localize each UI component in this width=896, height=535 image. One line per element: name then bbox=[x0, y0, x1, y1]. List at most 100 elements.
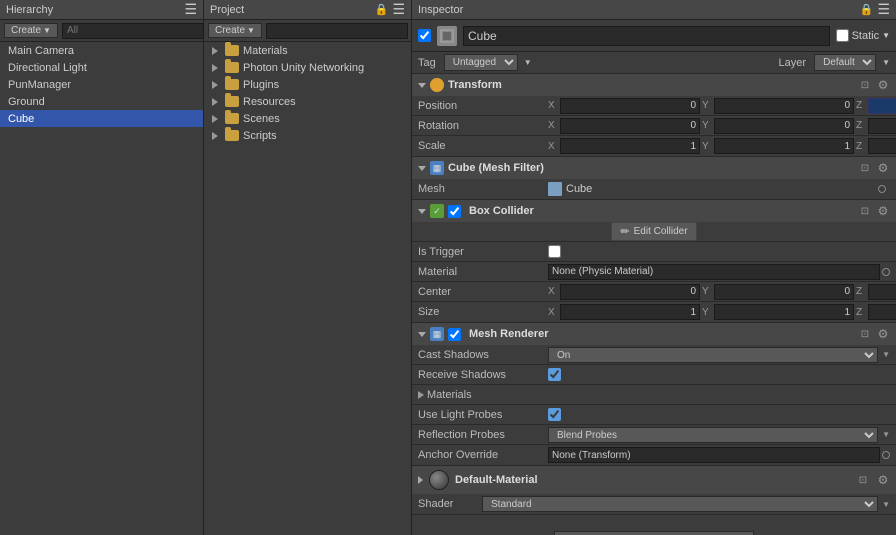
hierarchy-create-button[interactable]: Create ▼ bbox=[4, 23, 58, 38]
project-panel-header: Project 🔒 ☰ bbox=[204, 0, 411, 20]
project-item-scenes[interactable]: Scenes bbox=[204, 110, 411, 127]
project-menu-icon[interactable]: ☰ bbox=[392, 1, 405, 18]
center-y-label: Y bbox=[702, 286, 712, 297]
transform-header[interactable]: Transform ⊡ ⚙ bbox=[412, 74, 896, 96]
anchor-override-input[interactable] bbox=[548, 447, 880, 463]
project-item-resources[interactable]: Resources bbox=[204, 93, 411, 110]
center-x-input[interactable] bbox=[560, 284, 700, 300]
inspector-menu-icon[interactable]: ☰ bbox=[877, 1, 890, 18]
mesh-picker-icon[interactable] bbox=[878, 185, 886, 193]
inspector-lock-icon[interactable]: 🔒 bbox=[860, 3, 874, 16]
center-z-input[interactable] bbox=[868, 284, 896, 300]
mesh-renderer-title: Mesh Renderer bbox=[469, 328, 854, 340]
mesh-label: Mesh bbox=[418, 183, 548, 195]
anchor-override-label: Anchor Override bbox=[418, 449, 548, 461]
project-panel: Project 🔒 ☰ Create ▼ 🔍 ⊞ Materials bbox=[204, 0, 412, 535]
mesh-renderer-enabled-checkbox[interactable] bbox=[448, 328, 461, 341]
project-item-scripts[interactable]: Scripts bbox=[204, 127, 411, 144]
reflection-probes-select[interactable]: Blend Probes bbox=[548, 427, 878, 443]
edit-collider-pencil-icon: ✏ bbox=[620, 225, 629, 238]
mesh-renderer-header[interactable]: ▦ Mesh Renderer ⊡ ⚙ bbox=[412, 323, 896, 345]
size-z-input[interactable] bbox=[868, 304, 896, 320]
project-item-materials[interactable]: Materials bbox=[204, 42, 411, 59]
box-collider-header[interactable]: ✓ Box Collider ⊡ ⚙ bbox=[412, 200, 896, 222]
material-copy-button[interactable]: ⊡ bbox=[856, 473, 870, 487]
box-collider-icon: ✓ bbox=[430, 204, 444, 218]
mesh-value: Cube bbox=[548, 182, 592, 196]
hierarchy-menu-icon[interactable]: ☰ bbox=[184, 1, 197, 18]
project-list: Materials Photon Unity Networking Plugin… bbox=[204, 42, 411, 535]
project-create-button[interactable]: Create ▼ bbox=[208, 23, 262, 38]
hierarchy-item-pun-manager[interactable]: PunManager bbox=[0, 76, 203, 93]
use-light-probes-label: Use Light Probes bbox=[418, 409, 548, 421]
hierarchy-search-input[interactable] bbox=[62, 23, 204, 39]
object-name-input[interactable] bbox=[463, 26, 830, 46]
inspector-tag-row: Tag Untagged ▼ Layer Default ▼ bbox=[412, 52, 896, 74]
static-checkbox[interactable] bbox=[836, 29, 849, 42]
project-create-dropdown-icon: ▼ bbox=[247, 26, 255, 35]
anchor-override-row: Anchor Override bbox=[412, 445, 896, 465]
add-component-footer: Add Component bbox=[412, 515, 896, 535]
resources-folder-icon bbox=[225, 96, 239, 107]
hierarchy-item-ground[interactable]: Ground bbox=[0, 93, 203, 110]
position-z-label: Z bbox=[856, 100, 866, 111]
mesh-filter-header[interactable]: ▦ Cube (Mesh Filter) ⊡ ⚙ bbox=[412, 157, 896, 179]
static-dropdown-icon[interactable]: ▼ bbox=[882, 31, 890, 40]
size-x-input[interactable] bbox=[560, 304, 700, 320]
mesh-renderer-collapse-icon bbox=[418, 332, 426, 337]
project-search-input[interactable] bbox=[266, 23, 408, 39]
transform-body: Position X Y Z Rotation bbox=[412, 96, 896, 156]
is-trigger-checkbox[interactable] bbox=[548, 245, 561, 258]
center-xyz-group: X Y Z bbox=[548, 284, 896, 300]
shader-select[interactable]: Standard bbox=[482, 496, 878, 512]
material-settings-button[interactable]: ⚙ bbox=[876, 473, 890, 487]
box-collider-enabled-checkbox[interactable] bbox=[448, 205, 461, 218]
scale-y-input[interactable] bbox=[714, 138, 854, 154]
project-lock-icon[interactable]: 🔒 bbox=[375, 3, 389, 16]
scale-x-input[interactable] bbox=[560, 138, 700, 154]
transform-component: Transform ⊡ ⚙ Position X Y Z bbox=[412, 74, 896, 157]
hierarchy-title: Hierarchy bbox=[6, 4, 53, 16]
cast-shadows-select[interactable]: On bbox=[548, 347, 878, 363]
project-item-plugins[interactable]: Plugins bbox=[204, 76, 411, 93]
box-collider-collapse-icon bbox=[418, 209, 426, 214]
resources-arrow-icon bbox=[212, 98, 218, 106]
rotation-y-input[interactable] bbox=[714, 118, 854, 134]
size-y-input[interactable] bbox=[714, 304, 854, 320]
add-component-button[interactable]: Add Component bbox=[554, 531, 754, 535]
anchor-override-picker-icon[interactable] bbox=[882, 451, 890, 459]
tag-select[interactable]: Untagged bbox=[444, 54, 518, 71]
collider-material-picker-icon[interactable] bbox=[882, 268, 890, 276]
receive-shadows-label: Receive Shadows bbox=[418, 369, 548, 381]
position-z-input[interactable] bbox=[868, 98, 896, 114]
rotation-x-input[interactable] bbox=[560, 118, 700, 134]
transform-copy-button[interactable]: ⊡ bbox=[858, 78, 872, 92]
box-collider-copy-button[interactable]: ⊡ bbox=[858, 204, 872, 218]
material-expand-icon[interactable] bbox=[418, 476, 423, 484]
mesh-renderer-copy-button[interactable]: ⊡ bbox=[858, 327, 872, 341]
center-y-input[interactable] bbox=[714, 284, 854, 300]
scale-z-input[interactable] bbox=[868, 138, 896, 154]
reflection-probes-value: Blend Probes ▼ bbox=[548, 427, 890, 443]
mesh-filter-copy-button[interactable]: ⊡ bbox=[858, 161, 872, 175]
position-y-input[interactable] bbox=[714, 98, 854, 114]
materials-expand-icon[interactable] bbox=[418, 391, 424, 399]
mesh-renderer-settings-button[interactable]: ⚙ bbox=[876, 327, 890, 341]
use-light-probes-checkbox[interactable] bbox=[548, 408, 561, 421]
layer-select[interactable]: Default bbox=[814, 54, 876, 71]
receive-shadows-checkbox[interactable] bbox=[548, 368, 561, 381]
object-enabled-checkbox[interactable] bbox=[418, 29, 431, 42]
hierarchy-item-main-camera[interactable]: Main Camera bbox=[0, 42, 203, 59]
project-item-photon[interactable]: Photon Unity Networking bbox=[204, 59, 411, 76]
collider-material-input[interactable] bbox=[548, 264, 880, 280]
hierarchy-item-cube[interactable]: Cube bbox=[0, 110, 203, 127]
box-collider-settings-button[interactable]: ⚙ bbox=[876, 204, 890, 218]
rotation-z-input[interactable] bbox=[868, 118, 896, 134]
transform-settings-button[interactable]: ⚙ bbox=[876, 78, 890, 92]
mesh-filter-settings-button[interactable]: ⚙ bbox=[876, 161, 890, 175]
mesh-value-icon bbox=[548, 182, 562, 196]
position-x-input[interactable] bbox=[560, 98, 700, 114]
hierarchy-item-directional-light[interactable]: Directional Light bbox=[0, 59, 203, 76]
mesh-filter-body: Mesh Cube bbox=[412, 179, 896, 199]
edit-collider-button[interactable]: ✏ Edit Collider bbox=[611, 222, 696, 241]
